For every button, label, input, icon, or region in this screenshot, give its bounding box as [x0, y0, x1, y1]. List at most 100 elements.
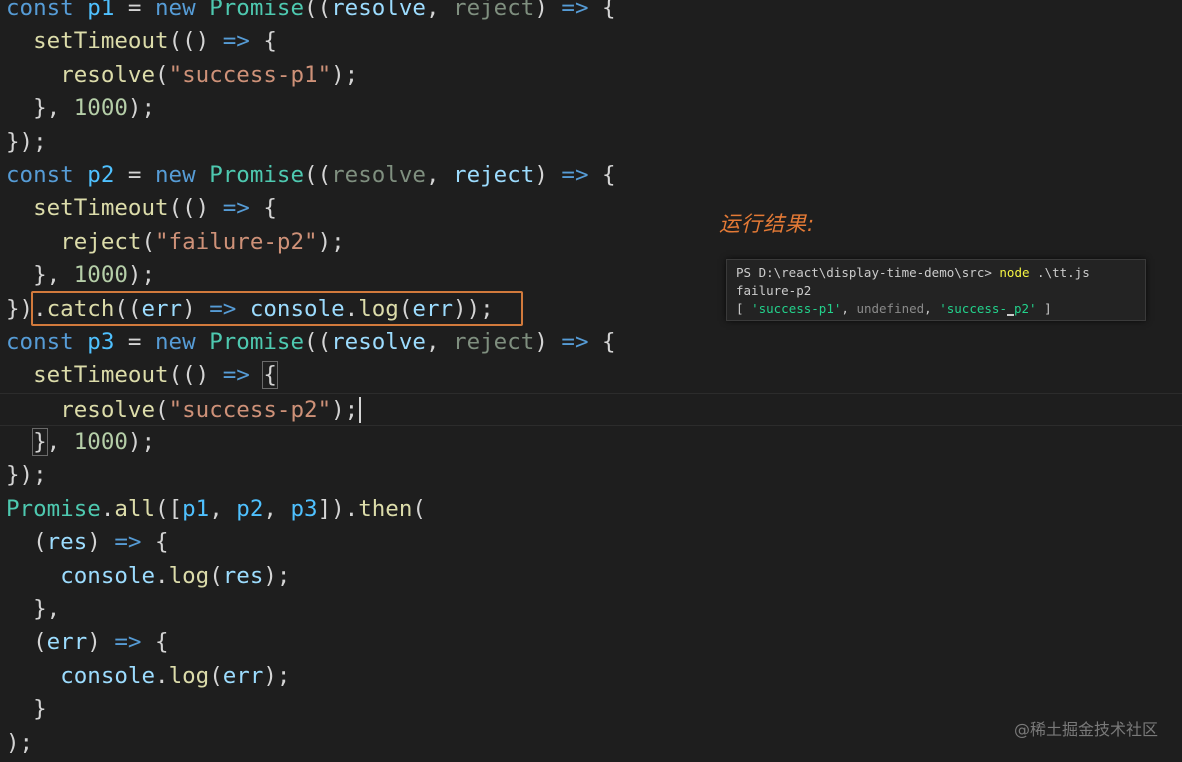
code-token: });	[6, 462, 47, 489]
code-line[interactable]: resolve("success-p2");	[0, 392, 1182, 427]
code-line[interactable]: setTimeout(() => {	[0, 359, 1182, 392]
code-line[interactable]: },	[0, 593, 1182, 626]
code-token: );	[317, 228, 345, 255]
code-line[interactable]: const p3 = new Promise((resolve, reject)…	[0, 326, 1182, 359]
array-item-3: 'success-p2'	[939, 301, 1037, 316]
code-token: log	[168, 562, 210, 589]
code-line[interactable]: });	[0, 459, 1182, 492]
code-line[interactable]: resolve("success-p1");	[0, 59, 1182, 92]
code-token: Promise	[209, 328, 305, 355]
code-token: =>	[114, 529, 142, 556]
code-token: });	[6, 128, 47, 155]
code-token: {	[249, 195, 277, 222]
code-token: setTimeout	[33, 195, 169, 222]
code-token: )	[534, 328, 562, 355]
code-token: err	[222, 662, 264, 689]
code-line[interactable]: const p1 = new Promise((resolve, reject)…	[0, 0, 1182, 25]
code-line[interactable]: console.log(res);	[0, 560, 1182, 593]
code-token: )	[87, 629, 115, 656]
code-token: 1000	[73, 429, 128, 456]
code-token: reject	[453, 328, 535, 355]
terminal-output-panel[interactable]: PS D:\react\display-time-demo\src> node …	[726, 259, 1146, 321]
code-token: {	[588, 328, 616, 355]
code-token: },	[6, 95, 74, 122]
code-token: },	[6, 596, 61, 623]
code-line[interactable]: (res) => {	[0, 526, 1182, 559]
code-token: 1000	[73, 262, 128, 289]
code-token: Promise	[6, 495, 101, 522]
code-token: log	[168, 662, 210, 689]
code-token: )	[87, 529, 115, 556]
code-line[interactable]: }	[0, 693, 1182, 726]
code-token: (()	[168, 362, 223, 389]
code-token: p1	[87, 0, 115, 21]
code-line[interactable]: (err) => {	[0, 626, 1182, 659]
code-token: res	[222, 562, 264, 589]
code-token: );	[127, 262, 156, 289]
code-token: setTimeout	[33, 28, 169, 55]
code-token: p2	[236, 495, 264, 522]
code-token: console	[60, 562, 156, 589]
code-token: =>	[561, 161, 589, 188]
array-item-1: 'success-p1'	[751, 301, 842, 316]
code-token: );	[127, 429, 156, 456]
code-token: reject	[453, 161, 535, 188]
code-token: p2	[87, 161, 115, 188]
array-item-3-part-a: 'success-	[939, 301, 1007, 316]
code-token: "failure-p2"	[155, 228, 318, 255]
code-token: all	[114, 495, 156, 522]
code-token: new	[155, 0, 196, 21]
code-token: );	[6, 729, 34, 756]
code-token: );	[127, 95, 156, 122]
code-line[interactable]: });	[0, 126, 1182, 159]
result-annotation-label: 运行结果:	[719, 212, 816, 236]
code-line[interactable]: }, 1000);	[0, 92, 1182, 125]
code-token: }	[6, 696, 47, 723]
code-token: .	[155, 562, 169, 589]
code-token: p3	[290, 495, 318, 522]
code-token: (	[209, 562, 223, 589]
code-token: reject	[453, 0, 535, 21]
array-sep-1: ,	[841, 301, 857, 316]
array-close: ]	[1036, 301, 1052, 316]
code-token: =>	[114, 629, 142, 656]
code-line[interactable]: }, 1000);	[0, 426, 1182, 459]
code-token: {	[249, 28, 277, 55]
code-line[interactable]: );	[0, 727, 1182, 760]
code-token: =	[114, 328, 156, 355]
code-line[interactable]: setTimeout(() => {	[0, 192, 1182, 225]
code-token: =	[114, 161, 156, 188]
code-token: );	[331, 396, 359, 423]
code-token: =>	[222, 28, 250, 55]
code-token: (()	[168, 195, 223, 222]
code-line[interactable]: console.log(err);	[0, 660, 1182, 693]
array-item-3-part-b: p2'	[1013, 301, 1037, 316]
code-line[interactable]: Promise.all([p1, p2, p3]).then(	[0, 493, 1182, 526]
code-token: =>	[561, 0, 589, 21]
code-token: (	[412, 495, 426, 522]
code-token: resolve	[60, 61, 156, 88]
terminal-command-line: PS D:\react\display-time-demo\src> node …	[736, 264, 1136, 282]
code-token: ,	[263, 495, 291, 522]
code-token: (	[6, 529, 47, 556]
code-line[interactable]: const p2 = new Promise((resolve, reject)…	[0, 159, 1182, 192]
terminal-args: .\tt.js	[1029, 265, 1090, 280]
terminal-command: node	[999, 265, 1030, 280]
code-editor[interactable]: const p1 = new Promise((resolve, reject)…	[0, 0, 1182, 760]
code-token: ,	[209, 495, 237, 522]
array-open: [	[736, 301, 752, 316]
code-token: (	[141, 228, 156, 255]
code-line[interactable]: setTimeout(() => {	[0, 25, 1182, 58]
code-line[interactable]: reject("failure-p2");	[0, 226, 1182, 259]
code-token: .	[100, 495, 115, 522]
